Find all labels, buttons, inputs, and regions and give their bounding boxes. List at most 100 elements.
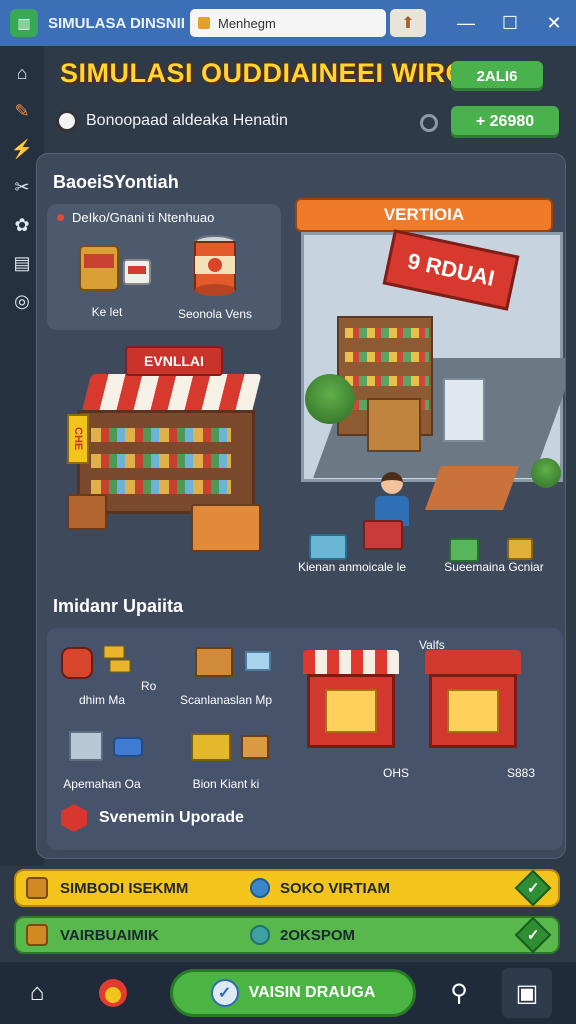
potted-plant [305,374,355,424]
boost-card-header: DeIko/Gnani ti Ntenhuao [57,210,214,225]
upgrade-item[interactable]: Scanlanaslan Mp [171,642,281,707]
shelf-goods [91,428,231,442]
window-titlebar: ▥ SIMULASA DINSNIEAS Menhegm ⬆ — ☐ ✕ [0,0,576,46]
upgrade-item-label: Ro dhim Ma [78,679,157,707]
crossed-tools-icon[interactable]: ✂ [9,174,35,200]
paint-icon[interactable]: ✎ [9,98,35,124]
cart-and-truck-icon [69,731,143,761]
vegetable-crate [67,494,107,530]
shopping-basket-icon [363,520,403,550]
left-store-sign: EVNLLAI [125,346,223,376]
book-icon[interactable]: ▤ [9,250,35,276]
shopping-cart-icon [309,534,347,560]
play-button-label: VAISIN DRAUGA [248,984,376,1001]
gold-crate-icon [191,733,269,761]
jar-and-coins-icon [60,645,131,679]
play-button[interactable]: ✓ VAISIN DRAUGA [170,969,416,1017]
profile-button[interactable]: ⬆ [390,9,426,37]
cash-button[interactable]: + 26980 [451,106,559,138]
shelf-goods [91,454,231,468]
bottom-nav: ⌂ ✓ VAISIN DRAUGA ⚲ ▣ [0,962,576,1024]
checkout-counter [367,398,421,452]
runner-icon[interactable]: ⚡ [9,136,35,162]
boost-item-label: Seonola Vens [177,307,253,321]
mascot-icon[interactable] [88,968,138,1018]
close-button[interactable]: ✕ [532,0,576,46]
quest-bar-1[interactable]: SIMBODI ISEKMM SOKO VIRTIAM ✓ [14,869,560,907]
hexagon-icon [61,804,87,832]
upgrade-item-label: Apemahan Oa [63,777,141,791]
crate-and-box-icon [195,647,271,677]
vending-stall-machine[interactable] [303,650,399,752]
tin-can-icon [194,235,236,296]
crate-icon [26,924,48,946]
gem-icon [250,925,270,945]
address-text: Menhegm [218,15,276,31]
red-dot-icon [57,214,64,221]
shelf-goods [91,480,231,494]
system-upgrade-button[interactable]: Svenemin Uporade [61,804,244,832]
soccer-ball-icon [56,110,78,132]
scene-label: Sueemaina Gcniar [444,560,544,574]
left-side-sign: CHE [67,414,89,464]
subtitle: Bonoopaad aldeaka Henatin [86,112,288,129]
subtitle-row: Bonoopaad aldeaka Henatin [56,110,288,132]
quest-label: SIMBODI ISEKMM [60,879,189,897]
maximize-button[interactable]: ☐ [488,0,532,46]
upgrade-item[interactable]: Ro dhim Ma [47,642,157,707]
checkmark-icon[interactable]: ✓ [514,916,552,954]
snack-display-box [191,504,261,552]
boosts-title: BaoeiSYontiah [53,172,179,192]
upgrade-item[interactable]: Bion Kiant ki [171,726,281,791]
lock-icon [198,17,210,29]
search-icon[interactable]: ⚲ [434,968,484,1018]
upgrade-item[interactable]: Apemahan Oa [47,726,157,791]
crate-icon [26,877,48,899]
quest-label: VAIRBUAIMIK [60,926,159,944]
store-scene[interactable]: EVNLLAI CHE VERTIOIA 9 RDUAI Kienan anmo… [37,198,565,594]
scene-label: Kienan anmoicale le [297,560,407,574]
home-icon[interactable]: ⌂ [9,60,35,86]
address-bar[interactable]: Menhegm [190,9,386,37]
right-store[interactable]: VERTIOIA 9 RDUAI [295,198,565,518]
system-upgrade-label: Svenemin Uporade [99,809,244,826]
boost-item-label: Ke let [91,305,123,319]
machine-price: OHS [383,766,410,780]
quest-reward: SOKO VIRTIAM [280,879,391,897]
cookie-icon[interactable]: ✿ [9,212,35,238]
striped-awning [82,374,262,410]
gear-icon[interactable] [420,114,438,132]
upgrade-item-label: Bion Kiant ki [192,777,260,791]
supply-box-icon [507,538,533,560]
minimize-button[interactable]: — [444,0,488,46]
quest-bar-2[interactable]: VAIRBUAIMIK 2OKSPOM ✓ [14,916,560,954]
boost-card-title: DeIko/Gnani ti Ntenhuao [72,210,215,225]
checkmark-icon[interactable]: ✓ [514,869,552,907]
machine-price: S883 [507,766,536,780]
coin-icon [250,878,270,898]
game-title: SIMULASI OUDDIAINEEI WIROIAI [60,58,504,88]
floor-rug [424,466,520,510]
app-logo-icon: ▥ [10,9,38,37]
home-icon[interactable]: ⌂ [12,968,62,1018]
main-panel: BaoeiSYontiah DeIko/Gnani ti Ntenhuao Ke… [36,153,566,859]
right-store-banner: VERTIOIA [295,198,553,232]
supply-box-icon [449,538,479,562]
quest-reward: 2OKSPOM [280,926,356,944]
stats-icon[interactable]: ▣ [502,968,552,1018]
boost-item-snack[interactable]: Ke let [59,240,155,319]
left-store[interactable]: EVNLLAI CHE [67,344,262,552]
potted-plant [531,458,561,488]
boost-card[interactable]: DeIko/Gnani ti Ntenhuao Ke let Seonola V… [47,204,281,330]
upgrades-card: Valfs Ro dhim Ma Scanlanaslan Mp Apemaha… [47,628,563,850]
upgrades-title: Imidanr Upaiita [53,596,184,616]
upgrade-item-label: Scanlanaslan Mp [179,693,273,707]
snack-pack-icon [79,245,151,291]
check-circle-icon: ✓ [210,979,239,1007]
snack-machine[interactable] [425,650,521,752]
level-badge[interactable]: 2ALI6 [451,61,543,91]
boost-item-can[interactable]: Seonola Vens [167,234,263,321]
app-title: SIMULASA DINSNIEAS [48,14,184,32]
fridge [443,378,485,442]
target-icon[interactable]: ◎ [9,288,35,314]
